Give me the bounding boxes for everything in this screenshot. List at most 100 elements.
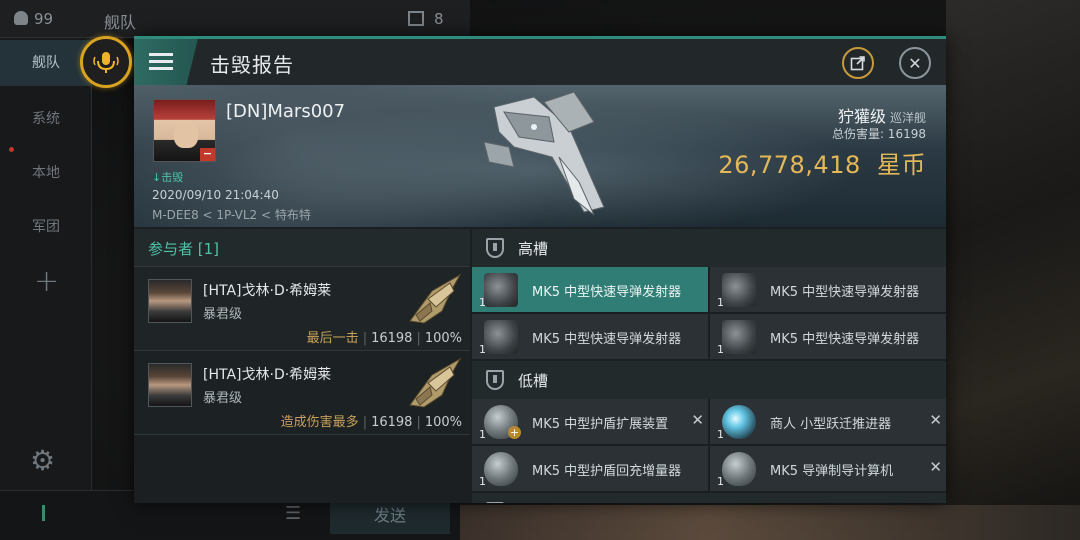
kill-tag: ↓击毁 (152, 171, 184, 184)
low-slot-icon (486, 370, 504, 390)
message-count[interactable]: 8 (408, 10, 444, 28)
fitting-section: 高槽 1 MK5 中型快速导弹发射器 1 MK5 中型快速导弹发射器 1 MK5… (472, 229, 946, 503)
participant-role: 最后一击 (306, 331, 359, 346)
shield-recharger-icon (484, 452, 518, 486)
module-name: MK5 中型护盾扩展装置 (532, 417, 669, 432)
module-name: MK5 导弹制导计算机 (770, 464, 894, 479)
module-quantity: 1 (479, 296, 486, 309)
missile-launcher-icon (484, 320, 518, 354)
panel-header: 击毁报告 ✕ (134, 39, 946, 85)
sidebar-item-fleet[interactable]: 舰队 (0, 40, 92, 86)
module-quantity: 1 (717, 343, 724, 356)
module-quantity: 1 (479, 343, 486, 356)
missile-launcher-icon (484, 273, 518, 307)
module-name: MK5 中型快速导弹发射器 (532, 285, 682, 300)
microphone-icon (93, 52, 119, 73)
victim-avatar[interactable]: − (153, 99, 216, 162)
participant-percent: 100% (424, 415, 462, 430)
low-slot-header: 低槽 (472, 361, 946, 399)
module-slot[interactable]: 1 商人 小型跃迁推进器 ✕ (710, 399, 946, 444)
module-slot[interactable]: 1 MK5 中型快速导弹发射器 (472, 267, 708, 312)
close-button[interactable]: ✕ (899, 47, 931, 79)
module-name: MK5 中型快速导弹发射器 (532, 332, 682, 347)
sidebar-item-corp[interactable]: 军团 (0, 216, 92, 236)
destroyed-mark-icon: ✕ (929, 411, 942, 429)
module-slot[interactable]: 1 MK5 导弹制导计算机 ✕ (710, 446, 946, 491)
hostile-status-icon: − (200, 148, 215, 161)
gear-icon[interactable]: ⚙ (30, 444, 55, 477)
destroyed-mark-icon: ✕ (929, 458, 942, 476)
share-button[interactable] (842, 47, 874, 79)
high-slot-header: 高槽 (472, 229, 946, 267)
close-icon: ✕ (908, 53, 922, 73)
module-name: 商人 小型跃迁推进器 (770, 417, 892, 432)
module-name: MK5 中型快速导弹发射器 (770, 285, 920, 300)
victim-ship-class: 狞獾级 巡洋舰 (837, 107, 926, 126)
module-quantity: 1 (717, 428, 724, 441)
module-slot[interactable]: + 1 MK5 中型护盾扩展装置 ✕ (472, 399, 708, 444)
send-button[interactable]: 发送 (330, 498, 450, 534)
participant-row[interactable]: [HTA]戈林·D·希姆莱 暴君级 造成伤害最多 | 16198 | 100% (134, 351, 470, 435)
participant-avatar[interactable] (148, 363, 192, 407)
participant-ship-class: 暴君级 (203, 391, 243, 406)
guidance-computer-icon (722, 452, 756, 486)
share-icon (850, 56, 865, 71)
participant-ship-image (409, 273, 462, 324)
kill-report-panel: 击毁报告 ✕ − [DN]Mars007 ↓击毁 2020/09/10 21:0… (134, 36, 946, 503)
module-slot[interactable]: 1 MK5 中型快速导弹发射器 (710, 267, 946, 312)
total-damage: 总伤害量: 16198 (831, 127, 926, 141)
background-scenery (946, 0, 1080, 540)
module-quantity: 1 (479, 428, 486, 441)
background-scenery-bottom (460, 505, 1080, 540)
missile-launcher-icon (722, 273, 756, 307)
high-slot-grid: 1 MK5 中型快速导弹发射器 1 MK5 中型快速导弹发射器 1 MK5 中型… (472, 267, 946, 361)
participant-name: [HTA]戈林·D·希姆莱 (203, 367, 332, 383)
member-count: 99 (14, 10, 53, 28)
victim-ship-image[interactable] (474, 87, 614, 219)
module-quantity: 1 (479, 475, 486, 488)
kill-datetime: 2020/09/10 21:04:40 (152, 188, 279, 202)
add-channel-icon[interactable]: + (34, 264, 59, 299)
voice-mic-button[interactable] (80, 36, 132, 88)
menu-icon[interactable]: ☰ (285, 503, 301, 524)
participant-damage: 16198 (371, 331, 413, 346)
missile-launcher-icon (722, 320, 756, 354)
participant-name: [HTA]戈林·D·希姆莱 (203, 283, 332, 299)
module-slot[interactable]: 1 MK5 中型快速导弹发射器 (710, 314, 946, 359)
module-slot[interactable]: 1 MK5 中型快速导弹发射器 (472, 314, 708, 359)
chat-window-icon (408, 11, 424, 26)
participant-avatar[interactable] (148, 279, 192, 323)
low-slot-grid: + 1 MK5 中型护盾扩展装置 ✕ 1 商人 小型跃迁推进器 ✕ 1 MK5 … (472, 399, 946, 493)
mid-slot-header-partial (472, 493, 946, 503)
module-name: MK5 中型护盾回充增量器 (532, 464, 682, 479)
module-slot[interactable]: 1 MK5 中型护盾回充增量器 (472, 446, 708, 491)
module-name: MK5 中型快速导弹发射器 (770, 332, 920, 347)
participant-ship-class: 暴君级 (203, 307, 243, 322)
module-quantity: 1 (717, 296, 724, 309)
participant-percent: 100% (424, 331, 462, 346)
input-cursor (42, 505, 45, 521)
module-quantity: 1 (717, 475, 724, 488)
participant-row[interactable]: [HTA]戈林·D·希姆莱 暴君级 最后一击 | 16198 | 100% (134, 267, 470, 351)
participant-stats: 造成伤害最多 | 16198 | 100% (280, 415, 462, 430)
mid-slot-icon (486, 502, 504, 503)
person-icon (14, 11, 28, 25)
high-slot-icon (486, 238, 504, 258)
victim-name[interactable]: [DN]Mars007 (226, 101, 345, 122)
isk-value: 26,778,418 星币 (718, 151, 926, 179)
chat-topbar: 99 舰队 8 (0, 0, 470, 38)
sidebar-item-local[interactable]: 本地 (0, 162, 92, 182)
kill-location[interactable]: M-DEE8 < 1P-VL2 < 特布特 (152, 206, 311, 223)
hamburger-icon (149, 53, 173, 71)
page-title: 击毁报告 (210, 53, 294, 77)
unread-dot (9, 147, 14, 152)
participant-ship-image (409, 357, 462, 408)
participants-list: 参与者 [1] [HTA]戈林·D·希姆莱 暴君级 最后一击 | 16198 | 100… (134, 229, 470, 503)
afterburner-icon (722, 405, 756, 439)
participants-header: 参与者 [1] (134, 229, 470, 267)
menu-button[interactable] (134, 39, 198, 85)
sidebar-item-system[interactable]: 系统 (0, 108, 92, 128)
destroyed-mark-icon: ✕ (691, 411, 704, 429)
chat-tab-title: 舰队 (104, 13, 137, 32)
victim-section: − [DN]Mars007 ↓击毁 2020/09/10 21:04:40 M-… (134, 85, 946, 227)
